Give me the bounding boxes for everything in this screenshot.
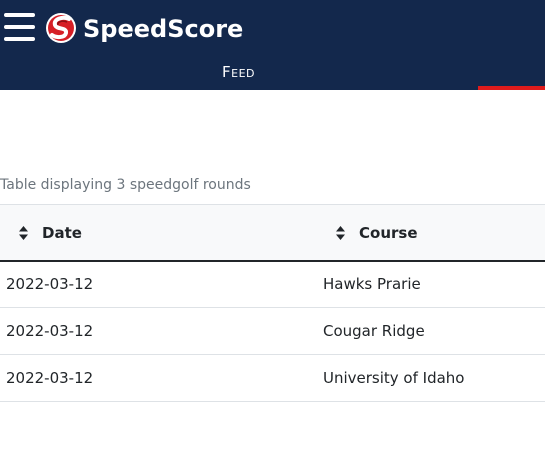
sort-by-course-header[interactable]: Course [335, 205, 418, 260]
round-date: 2022-03-12 [6, 322, 94, 340]
sort-by-date-header[interactable]: Date [18, 205, 82, 260]
sort-icon [19, 225, 28, 240]
top-navbar: SpeedScore Feed [0, 0, 545, 90]
menu-bar-top [4, 13, 35, 17]
table-row[interactable]: 2022-03-12 Hawks Prarie [0, 261, 545, 308]
tab-feed[interactable]: Feed [222, 62, 255, 82]
table-header-row: Date Course [0, 204, 545, 262]
round-date: 2022-03-12 [6, 369, 94, 387]
table-row[interactable]: 2022-03-12 University of Idaho [0, 355, 545, 402]
app-title[interactable]: SpeedScore [83, 13, 243, 45]
hamburger-menu-icon[interactable] [4, 13, 35, 42]
active-tab-indicator [478, 86, 545, 90]
table-caption: Table displaying 3 speedgolf rounds [0, 177, 251, 193]
round-course: University of Idaho [323, 369, 465, 387]
table-row[interactable]: 2022-03-12 Cougar Ridge [0, 308, 545, 355]
round-course: Hawks Prarie [323, 275, 421, 293]
round-course: Cougar Ridge [323, 322, 425, 340]
menu-bar-middle [4, 25, 35, 29]
round-date: 2022-03-12 [6, 275, 94, 293]
sort-icon [336, 225, 345, 240]
course-column-label: Course [359, 223, 418, 242]
menu-bar-bottom [4, 37, 35, 41]
speedscore-logo-icon [46, 13, 76, 43]
date-column-label: Date [42, 223, 82, 242]
